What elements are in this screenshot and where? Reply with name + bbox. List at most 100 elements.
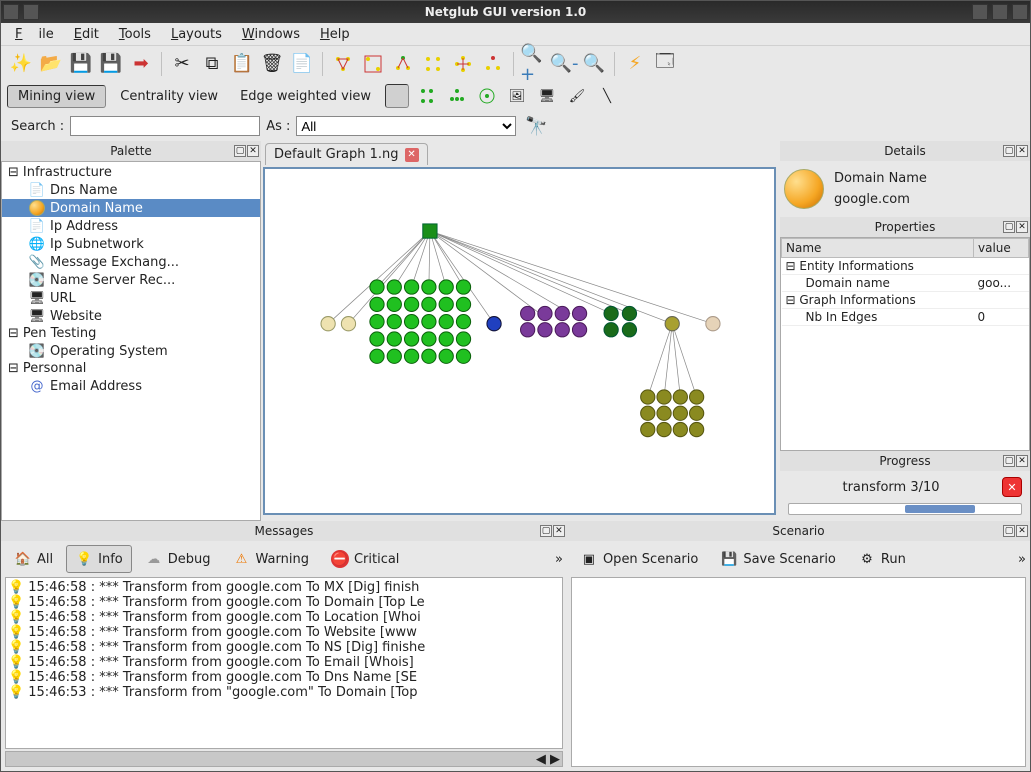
- graph-node[interactable]: [456, 349, 470, 363]
- graph-node[interactable]: [456, 315, 470, 329]
- graph-node[interactable]: [673, 422, 687, 436]
- graph-node[interactable]: [439, 280, 453, 294]
- tree-item-ip-subnetwork[interactable]: 🌐Ip Subnetwork: [2, 235, 260, 253]
- graph-node[interactable]: [572, 306, 586, 320]
- search-as-select[interactable]: All: [296, 116, 516, 136]
- graph-node[interactable]: [439, 297, 453, 311]
- save-scenario-button[interactable]: 💾Save Scenario: [711, 545, 845, 573]
- messages-list[interactable]: 💡15:46:58 : *** Transform from google.co…: [5, 577, 563, 749]
- graph-node[interactable]: [341, 317, 355, 331]
- graph-node[interactable]: [370, 349, 384, 363]
- graph-node[interactable]: [604, 323, 618, 337]
- graph-node[interactable]: [657, 422, 671, 436]
- settings-icon[interactable]: 🗔: [651, 50, 679, 78]
- graph-node[interactable]: [422, 349, 436, 363]
- graph-node[interactable]: [404, 349, 418, 363]
- progress-undock-icon[interactable]: ▢: [1003, 455, 1015, 467]
- cut-icon[interactable]: ✂: [168, 50, 196, 78]
- graph-node[interactable]: [622, 323, 636, 337]
- graph-node[interactable]: [439, 332, 453, 346]
- mining-view-button[interactable]: Mining view: [7, 85, 106, 108]
- palette-tree[interactable]: ⊟ Infrastructure 📄Dns Name Domain Name 📄…: [1, 161, 261, 521]
- tree-item-name-server[interactable]: 💽Name Server Rec...: [2, 271, 260, 289]
- graph-tab[interactable]: Default Graph 1.ng ✕: [265, 143, 428, 165]
- graph-node[interactable]: [690, 406, 704, 420]
- export-icon[interactable]: ➡: [127, 50, 155, 78]
- graph-node[interactable]: [555, 323, 569, 337]
- scenario-close-icon[interactable]: ✕: [1016, 525, 1028, 537]
- graph-node[interactable]: [641, 406, 655, 420]
- graph-canvas[interactable]: [263, 167, 776, 515]
- graph-node[interactable]: [370, 315, 384, 329]
- open-scenario-button[interactable]: ▣Open Scenario: [571, 545, 707, 573]
- message-row[interactable]: 💡15:46:58 : *** Transform from google.co…: [8, 670, 560, 685]
- tree-item-dns-name[interactable]: 📄Dns Name: [2, 181, 260, 199]
- scenario-area[interactable]: [571, 577, 1026, 767]
- message-row[interactable]: 💡15:46:58 : *** Transform from google.co…: [8, 640, 560, 655]
- layout1-icon[interactable]: [329, 50, 357, 78]
- graph-node[interactable]: [387, 332, 401, 346]
- new-icon[interactable]: ✨: [7, 50, 35, 78]
- progress-stop-button[interactable]: ✕: [1002, 477, 1022, 497]
- monitor-icon[interactable]: 🖥: [535, 84, 559, 108]
- graph-node[interactable]: [321, 317, 335, 331]
- details-close-icon[interactable]: ✕: [1016, 145, 1028, 157]
- tree-item-url[interactable]: 🖥URL: [2, 289, 260, 307]
- graph-node[interactable]: [706, 317, 720, 331]
- graph-node[interactable]: [456, 297, 470, 311]
- graph-node[interactable]: [690, 422, 704, 436]
- window-minimize-icon[interactable]: [972, 4, 988, 20]
- graph-node[interactable]: [538, 323, 552, 337]
- messages-scrollbar[interactable]: ◀ ▶: [5, 751, 563, 767]
- graph-node[interactable]: [439, 315, 453, 329]
- message-row[interactable]: 💡15:46:58 : *** Transform from google.co…: [8, 655, 560, 670]
- graph-node[interactable]: [370, 280, 384, 294]
- graph-node[interactable]: [604, 306, 618, 320]
- messages-close-icon[interactable]: ✕: [553, 525, 565, 537]
- edge-icon[interactable]: ╲: [595, 84, 619, 108]
- graph-node[interactable]: [572, 323, 586, 337]
- clear-icon[interactable]: 📄: [288, 50, 316, 78]
- message-row[interactable]: 💡15:46:58 : *** Transform from google.co…: [8, 625, 560, 640]
- menu-edit[interactable]: Edit: [66, 25, 107, 44]
- layout3-icon[interactable]: [389, 50, 417, 78]
- graph-node[interactable]: [422, 280, 436, 294]
- tree-item-message-exchange[interactable]: 📎Message Exchang...: [2, 253, 260, 271]
- graph-node[interactable]: [665, 317, 679, 331]
- action-icon[interactable]: ⚡: [621, 50, 649, 78]
- palette-close-icon[interactable]: ✕: [247, 145, 259, 157]
- graph-node[interactable]: [404, 315, 418, 329]
- layout-mode1-icon[interactable]: [385, 84, 409, 108]
- tree-group[interactable]: ⊟ Personnal: [2, 360, 260, 377]
- screenshot-icon[interactable]: 🖼: [505, 84, 529, 108]
- menu-windows[interactable]: Windows: [234, 25, 308, 44]
- messages-undock-icon[interactable]: ▢: [540, 525, 552, 537]
- properties-table[interactable]: Namevalue ⊟ Entity Informations Domain n…: [780, 237, 1030, 451]
- graph-node[interactable]: [387, 315, 401, 329]
- layout2-icon[interactable]: [359, 50, 387, 78]
- graph-node[interactable]: [370, 297, 384, 311]
- window-close-icon[interactable]: [1012, 4, 1028, 20]
- message-row[interactable]: 💡15:46:53 : *** Transform from "google.c…: [8, 685, 560, 700]
- graph-node[interactable]: [521, 323, 535, 337]
- messages-overflow-icon[interactable]: »: [555, 552, 563, 567]
- filter-all-button[interactable]: 🏠All: [5, 545, 62, 573]
- graph-node[interactable]: [422, 332, 436, 346]
- edge-weighted-view-button[interactable]: Edge weighted view: [232, 86, 379, 107]
- copy-icon[interactable]: ⧉: [198, 50, 226, 78]
- layout6-icon[interactable]: [479, 50, 507, 78]
- message-row[interactable]: 💡15:46:58 : *** Transform from google.co…: [8, 595, 560, 610]
- paste-icon[interactable]: 📋: [228, 50, 256, 78]
- zoom-fit-icon[interactable]: 🔍: [580, 50, 608, 78]
- graph-node[interactable]: [387, 280, 401, 294]
- menu-file[interactable]: File: [7, 25, 62, 44]
- graph-node[interactable]: [521, 306, 535, 320]
- progress-close-icon[interactable]: ✕: [1016, 455, 1028, 467]
- graph-node[interactable]: [404, 297, 418, 311]
- graph-node[interactable]: [673, 406, 687, 420]
- run-scenario-button[interactable]: ⚙Run: [849, 545, 915, 573]
- graph-root-node[interactable]: [423, 224, 437, 238]
- graph-node[interactable]: [690, 390, 704, 404]
- tree-group[interactable]: ⊟ Pen Testing: [2, 325, 260, 342]
- palette-undock-icon[interactable]: ▢: [234, 145, 246, 157]
